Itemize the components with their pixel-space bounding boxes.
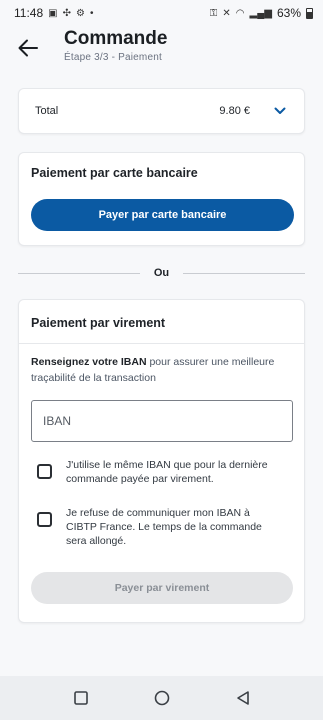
- expand-total-button[interactable]: [270, 101, 290, 121]
- notification-dot-icon: •: [89, 7, 94, 19]
- separator-label: Ou: [153, 267, 170, 279]
- pay-by-card-button[interactable]: Payer par carte bancaire: [31, 199, 294, 231]
- arrow-left-icon: [18, 39, 38, 57]
- notification-pinwheel-icon: ✣: [62, 7, 71, 19]
- or-separator: Ou: [18, 264, 305, 282]
- status-time: 11:48: [14, 6, 44, 20]
- square-icon: [73, 691, 88, 705]
- page-title: Commande: [64, 28, 168, 49]
- same-iban-option[interactable]: J'utilise le même IBAN que pour la derni…: [31, 458, 292, 486]
- card-payment-section: Paiement par carte bancaire Payer par ca…: [18, 152, 305, 246]
- system-nav-bar: [0, 676, 323, 720]
- triangle-back-icon: [236, 691, 249, 705]
- transfer-title: Paiement par virement: [31, 316, 166, 330]
- card-payment-title: Paiement par carte bancaire: [31, 166, 198, 180]
- status-left: 11:48 ▣ ✣ ⚙ •: [14, 6, 93, 20]
- key-icon: ⚿: [209, 7, 218, 19]
- notification-gear-icon: ⚙: [75, 7, 85, 19]
- same-iban-checkbox[interactable]: [37, 464, 52, 479]
- signal-icon: ▂▄▆: [249, 7, 272, 19]
- pay-by-transfer-button[interactable]: Payer par virement: [31, 572, 293, 604]
- header-titles: Commande Étape 3/3 - Paiement: [64, 28, 167, 63]
- page-subtitle: Étape 3/3 - Paiement: [64, 52, 162, 63]
- transfer-payment-section: Paiement par virement Renseignez votre I…: [18, 299, 305, 623]
- back-button[interactable]: [4, 28, 52, 68]
- iban-info-bold: Renseignez votre IBAN: [31, 356, 147, 368]
- transfer-body: Renseignez votre IBAN pour assurer une m…: [19, 344, 304, 604]
- same-iban-label[interactable]: J'utilise le même IBAN que pour la derni…: [66, 458, 281, 486]
- iban-input[interactable]: [43, 414, 292, 428]
- battery-percent: 63%: [276, 6, 301, 20]
- notification-image-icon: ▣: [48, 7, 58, 19]
- refuse-iban-option[interactable]: Je refuse de communiquer mon IBAN à CIBT…: [31, 506, 292, 548]
- transfer-header: Paiement par virement: [19, 300, 304, 344]
- separator-line-left: [18, 272, 140, 274]
- total-card[interactable]: Total 9.80 €: [18, 88, 305, 134]
- separator-line-right: [183, 272, 305, 274]
- total-label: Total: [35, 105, 59, 117]
- chevron-down-icon: [274, 107, 286, 114]
- mute-icon: ✕: [222, 7, 231, 19]
- refuse-iban-label[interactable]: Je refuse de communiquer mon IBAN à CIBT…: [66, 506, 281, 548]
- battery-icon: [306, 7, 313, 19]
- app-header: Commande Étape 3/3 - Paiement: [0, 26, 323, 72]
- refuse-iban-checkbox[interactable]: [37, 512, 52, 527]
- home-button[interactable]: [147, 683, 177, 713]
- recents-button[interactable]: [66, 683, 96, 713]
- system-back-button[interactable]: [228, 683, 258, 713]
- wifi-icon: ◠: [235, 7, 245, 19]
- status-right: ⚿ ✕ ◠ ▂▄▆ 63%: [210, 6, 313, 20]
- circle-icon: [154, 690, 169, 706]
- status-bar: 11:48 ▣ ✣ ⚙ • ⚿ ✕ ◠ ▂▄▆ 63%: [0, 0, 323, 26]
- iban-field[interactable]: [31, 400, 293, 442]
- iban-info-text: Renseignez votre IBAN pour assurer une m…: [31, 354, 292, 386]
- total-amount: 9.80 €: [219, 105, 250, 117]
